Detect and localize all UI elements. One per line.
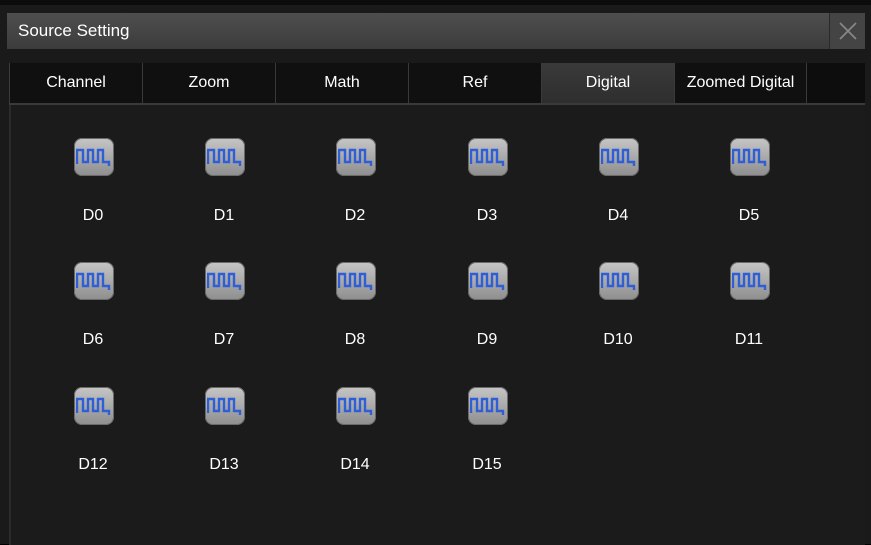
channel-label: D0 [82,207,104,224]
source-setting-dialog: Source Setting Channel Zoom Math Ref Dig… [0,0,871,545]
channel-item-d5[interactable]: D5 [704,138,794,248]
digital-waveform-icon [730,138,770,176]
close-button[interactable] [829,13,865,49]
digital-waveform-icon [74,138,114,176]
channel-label: D9 [476,331,498,348]
channel-label: D11 [734,331,764,348]
digital-waveform-icon [468,262,508,300]
channel-label: D12 [78,456,108,473]
channel-label: D10 [603,331,633,348]
digital-waveform-icon [468,387,508,425]
source-tabs: Channel Zoom Math Ref Digital Zoomed Dig… [9,63,865,105]
digital-waveform-icon [205,262,245,300]
tab-zoom[interactable]: Zoom [142,63,275,103]
digital-waveform-icon [599,138,639,176]
channel-item-d0[interactable]: D0 [48,138,138,248]
digital-waveform-icon [336,262,376,300]
channel-label: D5 [738,207,760,224]
channel-label: D3 [476,207,498,224]
digital-waveform-icon [74,387,114,425]
channel-item-d2[interactable]: D2 [310,138,400,248]
channel-label: D2 [344,207,366,224]
channel-item-d10[interactable]: D10 [573,262,663,372]
channel-item-d8[interactable]: D8 [310,262,400,372]
tab-digital[interactable]: Digital [541,63,674,103]
channel-item-d4[interactable]: D4 [573,138,663,248]
digital-waveform-icon [468,138,508,176]
digital-waveform-icon [74,262,114,300]
dialog-titlebar: Source Setting [7,13,865,49]
digital-waveform-icon [205,387,245,425]
digital-channel-grid: D0 D1 D2 D3 D4 D5 D6 D7 D8 D9 D10 D11 D12 D13 D14 D15 [9,105,865,545]
channel-item-d12[interactable]: D12 [48,387,138,497]
channel-label: D13 [209,456,239,473]
channel-item-d9[interactable]: D9 [442,262,532,372]
channel-item-d6[interactable]: D6 [48,262,138,372]
close-icon [839,22,857,40]
channel-item-d7[interactable]: D7 [179,262,269,372]
tab-zoomed-digital[interactable]: Zoomed Digital [674,63,807,103]
channel-label: D4 [607,207,629,224]
tab-math[interactable]: Math [275,63,408,103]
channel-item-d11[interactable]: D11 [704,262,794,372]
channel-label: D8 [344,331,366,348]
tab-ref[interactable]: Ref [408,63,541,103]
channel-label: D1 [213,207,235,224]
channel-item-d14[interactable]: D14 [310,387,400,497]
digital-waveform-icon [730,262,770,300]
channel-label: D6 [82,331,104,348]
channel-label: D15 [472,456,502,473]
digital-waveform-icon [205,138,245,176]
digital-waveform-icon [336,138,376,176]
channel-label: D14 [340,456,370,473]
tab-channel[interactable]: Channel [9,63,142,103]
channel-item-d1[interactable]: D1 [179,138,269,248]
digital-waveform-icon [336,387,376,425]
channel-item-d3[interactable]: D3 [442,138,532,248]
channel-item-d13[interactable]: D13 [179,387,269,497]
dialog-title: Source Setting [18,21,130,40]
channel-item-d15[interactable]: D15 [442,387,532,497]
digital-waveform-icon [599,262,639,300]
channel-label: D7 [213,331,235,348]
